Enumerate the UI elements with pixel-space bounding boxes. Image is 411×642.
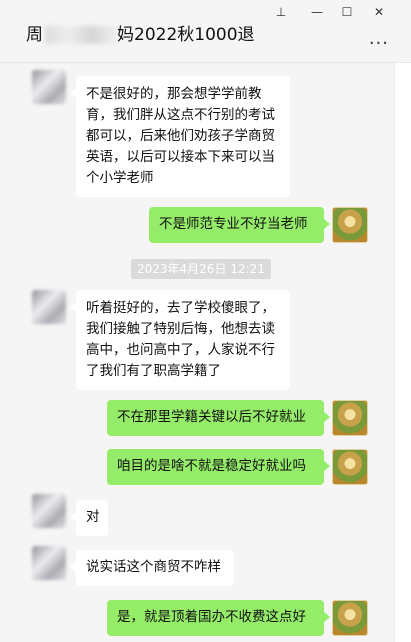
message-bubble-received[interactable]: 不是很好的，那会想学学前教育，我们胖从这点不行别的考试都可以，后来他们劝孩子学商… [70, 76, 290, 197]
scrollbar[interactable] [394, 63, 411, 642]
chat-window: 周 妈2022秋1000退 ⊥ — ☐ ✕ ... 不是很好的，那会想学学前教育，… [0, 0, 411, 642]
message-bubble-received[interactable]: 听着挺好的，去了学校傻眼了，我们接触了特别后悔，他想去读高中，也问高中了，人家说… [70, 290, 290, 390]
minimize-icon[interactable]: — [306, 2, 328, 22]
message-bubble-sent[interactable]: 是，就是顶着国办不收费这点好 [107, 600, 330, 636]
pin-icon[interactable]: ⊥ [270, 2, 292, 22]
message-bubble-sent[interactable]: 不是师范专业不好当老师 [149, 207, 330, 243]
message-timestamp: 2023年4月26日 12:21 [131, 259, 271, 279]
contact-avatar[interactable] [32, 546, 66, 580]
maximize-icon[interactable]: ☐ [336, 2, 358, 22]
chat-title-suffix: 妈2022秋1000退 [117, 25, 255, 45]
title-bar: 周 妈2022秋1000退 ⊥ — ☐ ✕ ... [0, 0, 411, 63]
close-icon[interactable]: ✕ [368, 2, 390, 22]
message-bubble-received[interactable]: 说实话这个商贸不咋样 [70, 550, 234, 586]
my-avatar[interactable] [332, 600, 368, 636]
more-options-icon[interactable]: ... [369, 28, 389, 49]
message-bubble-received[interactable]: 对 [70, 500, 108, 536]
my-avatar[interactable] [332, 207, 368, 243]
chat-title-prefix: 周 [26, 25, 43, 45]
redacted-name [45, 26, 115, 44]
my-avatar[interactable] [332, 400, 368, 436]
contact-avatar[interactable] [32, 494, 66, 528]
chat-title: 周 妈2022秋1000退 [26, 20, 255, 45]
contact-avatar[interactable] [32, 70, 66, 104]
message-bubble-sent[interactable]: 咱目的是啥不就是稳定好就业吗 [107, 449, 330, 485]
message-bubble-sent[interactable]: 不在那里学籍关键以后不好就业 [107, 400, 330, 436]
my-avatar[interactable] [332, 449, 368, 485]
contact-avatar[interactable] [32, 290, 66, 324]
